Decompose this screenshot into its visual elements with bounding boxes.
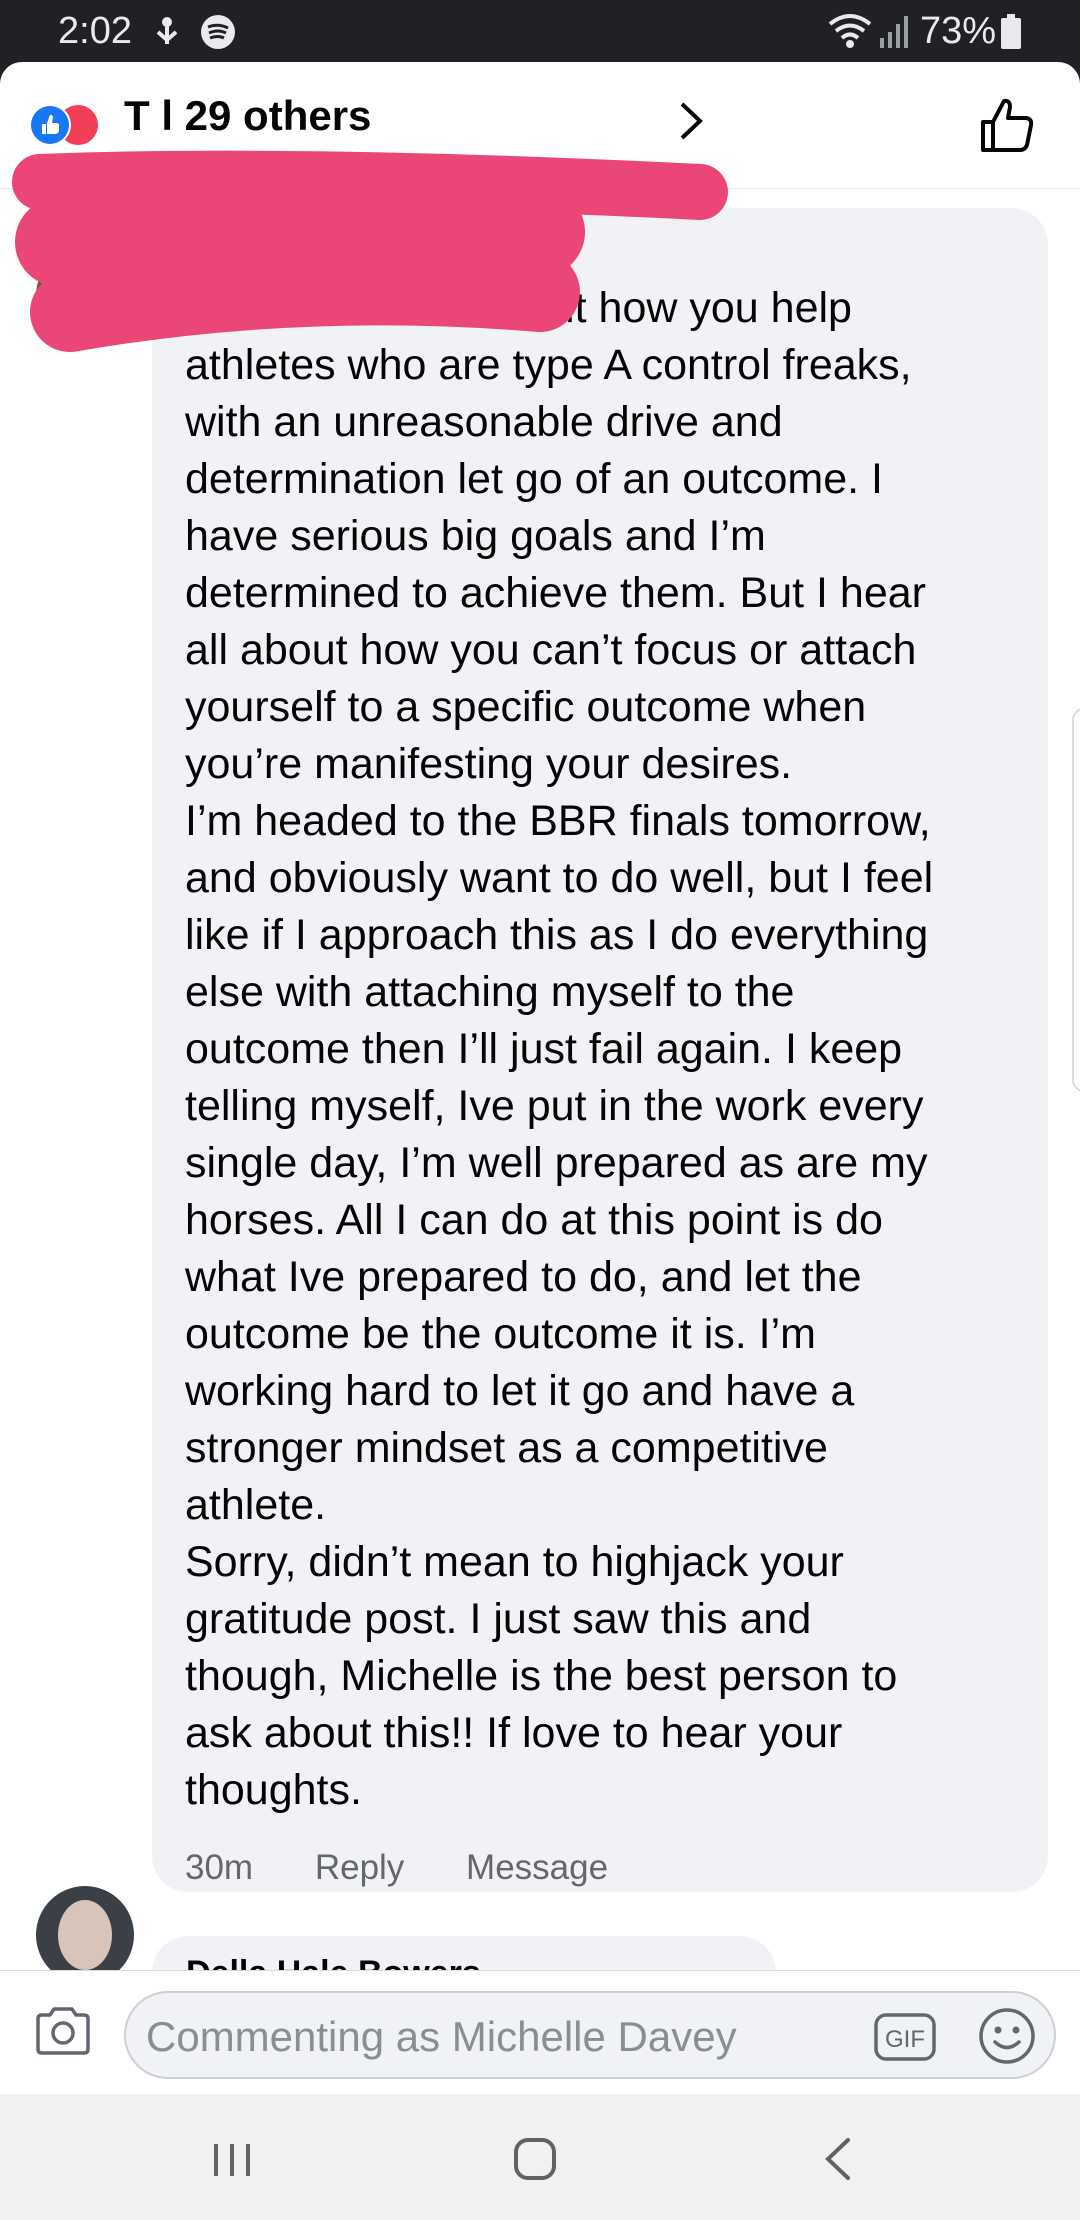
- comment-line: ask about this!! If love to hear your: [185, 1709, 843, 1757]
- avatar-face: [58, 1900, 112, 1970]
- comment-line: yourself to a specific outcome when: [185, 683, 867, 731]
- comment-line: have serious big goals and I’m: [185, 512, 766, 560]
- comment-line: determined to achieve them. But I hear: [185, 569, 926, 617]
- status-bar: 2:02 73%: [0, 0, 1080, 64]
- spotify-icon: [201, 15, 235, 49]
- comment-line: single day, I’m well prepared as are my: [185, 1139, 928, 1187]
- comment-line: with an unreasonable drive and: [185, 398, 783, 446]
- comment-line: working hard to let it go and have a: [185, 1367, 855, 1415]
- usb-icon: [156, 17, 178, 44]
- thumbs-up-icon[interactable]: [978, 96, 1036, 154]
- comment-line: stronger mindset as a competitive: [185, 1424, 828, 1472]
- wifi-icon: [828, 14, 872, 48]
- comment-line: outcome then I’ll just fail again. I kee…: [185, 1025, 903, 1073]
- comment-input[interactable]: Commenting as Michelle Davey GIF: [124, 1991, 1056, 2079]
- android-navigation-bar: [0, 2094, 1080, 2220]
- recent-apps-icon[interactable]: [210, 2140, 254, 2180]
- comment-line: though, Michelle is the best person to: [185, 1652, 898, 1700]
- reply-link[interactable]: Reply: [315, 1848, 404, 1887]
- gif-button[interactable]: GIF: [874, 2011, 936, 2063]
- battery-icon: [1001, 14, 1021, 49]
- comment-timestamp: 30m: [185, 1848, 254, 1887]
- back-icon[interactable]: [820, 2136, 854, 2182]
- emoji-icon[interactable]: [978, 2007, 1036, 2065]
- comment-text: I’d love to hear about how you help athl…: [185, 280, 1045, 1819]
- status-time: 2:02: [58, 10, 132, 52]
- signal-icon: [880, 16, 908, 48]
- comment-line: outcome be the outcome it is. I’m: [185, 1310, 816, 1358]
- scrollbar-handle[interactable]: [1072, 708, 1080, 1092]
- comment-line: determination let go of an outcome. I: [185, 455, 883, 503]
- comment-composer: Commenting as Michelle Davey GIF: [0, 1970, 1080, 2094]
- comment-line: you’re manifesting your desires.: [185, 740, 793, 788]
- comment-bubble[interactable]: I’d love to hear about how you help athl…: [152, 208, 1048, 1892]
- battery-percentage: 73%: [920, 10, 997, 52]
- comment-line: else with attaching myself to the: [185, 968, 795, 1016]
- comment-line: all about how you can’t focus or attach: [185, 626, 917, 674]
- comment-line: I’m headed to the BBR finals tomorrow,: [185, 797, 931, 845]
- comment-actions: 30m Reply Message: [185, 1848, 660, 1888]
- comment-line: gratitude post. I just saw this and: [185, 1595, 812, 1643]
- camera-icon[interactable]: [34, 2005, 92, 2057]
- comments-sheet: T l 29 others I’d love to hear about how…: [0, 62, 1080, 2094]
- gif-label: GIF: [885, 2026, 925, 2053]
- comment-line: athlete.: [185, 1481, 327, 1529]
- message-link[interactable]: Message: [466, 1848, 608, 1887]
- comment-line: thoughts.: [185, 1766, 362, 1814]
- comment-line: telling myself, Ive put in the work ever…: [185, 1082, 924, 1130]
- comment-line: what Ive prepared to do, and let the: [185, 1253, 862, 1301]
- comment-input-placeholder: Commenting as Michelle Davey: [146, 2013, 737, 2060]
- comment-line: like if I approach this as I do everythi…: [185, 911, 929, 959]
- comment-line: Sorry, didn’t mean to highjack your: [185, 1538, 844, 1586]
- home-icon[interactable]: [512, 2136, 558, 2182]
- redaction-scribble: [12, 150, 728, 352]
- comment-line: horses. All I can do at this point is do: [185, 1196, 883, 1244]
- comment-line: and obviously want to do well, but I fee…: [185, 854, 934, 902]
